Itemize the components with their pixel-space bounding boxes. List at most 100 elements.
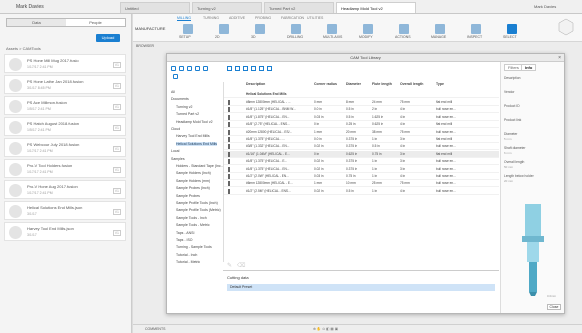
ribbon-group-label[interactable]: MULTI-AXIS (323, 35, 342, 39)
col-overall-length[interactable]: Overall length (400, 82, 423, 86)
viewcube[interactable] (555, 16, 577, 38)
tree-item[interactable]: Sample Tools - Inch (176, 216, 207, 220)
upload-button[interactable]: Upload (96, 34, 120, 42)
project-item[interactable]: PS Hone Mill Mug 2017.fusio 1/17/17 2:41 … (4, 54, 126, 73)
search-icon[interactable] (173, 74, 178, 79)
ribbon-group-icon[interactable] (219, 24, 229, 34)
col-diameter[interactable]: Diameter (346, 82, 361, 86)
ribbon-group-label[interactable]: MANAGE (431, 35, 446, 39)
ribbon-tab[interactable]: FABRICATION (281, 16, 304, 20)
tree-item[interactable]: All (171, 90, 175, 94)
project-item[interactable]: Helical Solutions End Mills.json 3/1/17 V1 (4, 201, 126, 220)
ribbon-group-label[interactable]: SELECT (503, 35, 517, 39)
tab-people[interactable]: People (66, 19, 125, 26)
tree-item[interactable]: Taps - ISO (176, 238, 193, 242)
edit-icon[interactable] (243, 66, 248, 71)
delete-icon[interactable] (203, 66, 208, 71)
table-row[interactable]: #1/2" (2.0W" (HELICAL - EN... 0.03 in 0.75… (224, 173, 499, 180)
ribbon-group-icon[interactable] (183, 24, 193, 34)
tree-item[interactable]: Sample Probes (Inch) (176, 186, 210, 190)
project-item[interactable]: PS Webcour July 2018.fusion 1/17/17 2:41 … (4, 138, 126, 157)
tab-data[interactable]: Data (7, 19, 66, 26)
ribbon-group-label[interactable]: ACTIONS (395, 35, 411, 39)
tab-turned-part[interactable]: Turned Part v2 (264, 2, 334, 13)
tree-item[interactable]: Samples (171, 157, 185, 161)
tree-item[interactable]: Sample Holders (Inch) (176, 171, 211, 175)
table-row[interactable]: #1/2" (2.5M" (HELICAL - ENS... 0.02 in 0.5… (224, 188, 499, 195)
project-item[interactable]: PS Hone Lathe Jan 2018.fusion 3/1/17 8:45… (4, 75, 126, 94)
table-row[interactable]: #1/8" (1.125" (HELICAL - BNM W... 0.0 in 0… (224, 106, 499, 114)
edit-pencil-icon[interactable]: ✎ (227, 262, 232, 269)
copy-icon[interactable] (195, 66, 200, 71)
ribbon-group-icon[interactable] (399, 24, 409, 34)
ribbon-group-icon[interactable] (255, 24, 265, 34)
table-row[interactable]: #1/8" (1.375" (HELICAL - E... 0.02 in 0.37… (224, 158, 499, 166)
tree-item[interactable]: Local (171, 149, 179, 153)
project-item[interactable]: Pro-V Tool Holders.fusion 1/17/17 2:41 PM… (4, 159, 126, 178)
table-row[interactable]: #3/8" (1.332" (HELICAL - EN... 0.02 in 0.3… (224, 143, 499, 151)
duplicate-icon[interactable] (251, 66, 256, 71)
group-row[interactable]: Helical Solutions End Mills (224, 91, 499, 98)
workspace-selector[interactable]: MANUFACTURE (135, 26, 165, 31)
ribbon-group-label[interactable]: SETUP (179, 35, 191, 39)
table-row[interactable]: #1/8" (1.375" (HELICAL - EN... 0.02 in 0.3… (224, 166, 499, 173)
col-description[interactable]: Description (246, 82, 265, 86)
ribbon-tab[interactable]: MILLING (177, 16, 192, 21)
new-holder-icon[interactable] (235, 66, 240, 71)
tree-item[interactable]: Turned Part v2 (176, 112, 199, 116)
user-name[interactable]: Mark Davies (534, 4, 556, 9)
preset-row[interactable]: Default Preset (227, 284, 495, 291)
table-row[interactable]: #20mm 12800 (HELICAL - ES/... 1 mm 20 mm 38… (224, 129, 499, 136)
tree-item[interactable]: Harvey Tool End Mills (176, 134, 210, 138)
import-icon[interactable] (179, 66, 184, 71)
export-icon[interactable] (187, 66, 192, 71)
tree-item[interactable]: Cloud (171, 127, 180, 131)
ribbon-group-label[interactable]: 3D (251, 35, 255, 39)
col-type[interactable]: Type (436, 82, 444, 86)
ribbon-group-label[interactable]: DRILLING (287, 35, 303, 39)
tree-item[interactable]: Helical Solutions End Mills (176, 141, 218, 146)
tree-item[interactable]: Taps - ANSI (176, 231, 194, 235)
remove-icon[interactable] (259, 66, 264, 71)
ribbon-group-label[interactable]: MODIFY (359, 35, 373, 39)
close-button[interactable]: Close (547, 304, 561, 310)
new-mill-icon[interactable] (227, 66, 232, 71)
ribbon-tab[interactable]: TURNING (203, 16, 219, 20)
project-item[interactable]: Pro-V Hone Aug 2017.fusion 1/17/17 2:41 P… (4, 180, 126, 199)
ribbon-tab[interactable]: UTILITIES (307, 16, 323, 20)
table-row[interactable]: #6mm 12800mm (HELICAL - E... 1 mm 10 mm 25 … (224, 180, 499, 188)
comments-label[interactable]: COMMENTS (145, 327, 165, 331)
table-row[interactable]: #8mm 12800mm (HELICAL - ... 0 mm 8 mm 24 mm… (224, 99, 499, 106)
project-item[interactable]: PS Hatch August 2018.fusion 1/5/17 2:41 P… (4, 117, 126, 136)
ribbon-group-icon[interactable] (507, 24, 517, 34)
ribbon-group-icon[interactable] (291, 24, 301, 34)
tree-item[interactable]: Holders - Standard Tape (Inc... (176, 164, 224, 168)
tab-turning[interactable]: Turning v2 (192, 2, 262, 13)
tree-item[interactable]: Tutorial - Metric (176, 260, 200, 264)
tree-item[interactable]: Sample Tools - Metric (176, 223, 210, 227)
table-row[interactable]: #1/8" (1.375" (HELICAL - ... 0.0 in 0.375 … (224, 136, 499, 143)
table-row[interactable]: #1/8" (2.75" (HELICAL - ENS... 0 in 0.25 i… (224, 121, 499, 129)
project-item[interactable]: Harvey Tool End Mills.json 3/1/17 V1 (4, 222, 126, 241)
ribbon-tab[interactable]: ADDITIVE (229, 16, 245, 20)
ribbon-group-icon[interactable] (327, 24, 337, 34)
close-icon[interactable]: × (558, 54, 561, 62)
ribbon-group-icon[interactable] (471, 24, 481, 34)
new-library-icon[interactable] (171, 66, 176, 71)
tree-item[interactable]: Sample Profile Tools (Inch) (176, 201, 218, 205)
tree-item[interactable]: Documents (171, 97, 189, 101)
ribbon-group-label[interactable]: 2D (215, 35, 219, 39)
ribbon-group-icon[interactable] (435, 24, 445, 34)
ribbon-tab[interactable]: PROBING (255, 16, 271, 20)
tree-item[interactable]: Sample Holders (mm) (176, 179, 210, 183)
table-row[interactable]: #1/8" (1.875" (HELICAL - EN... 0.03 in 0.5… (224, 114, 499, 121)
nav-toolbar[interactable]: ⊕ ✋ ⊙ ◧ ▦ ▣ (313, 327, 338, 331)
filter-icon[interactable] (267, 66, 272, 71)
table-row[interactable]: #1/16" (1.04M" (HELICAL - E... 0 in 0.625 … (224, 150, 499, 158)
tab-untitled[interactable]: Untitled (120, 2, 190, 13)
project-item[interactable]: PS Ace Millmon.fusion 1/5/17 2:41 PM V1 (4, 96, 126, 115)
tab-headlamp[interactable]: Headlamp Mold Tool v2 (336, 2, 416, 13)
tree-item[interactable]: Headlamp Mold Tool v2 (176, 120, 213, 124)
tab-info[interactable]: Info (521, 64, 537, 71)
col-flute-length[interactable]: Flute length (372, 82, 392, 86)
